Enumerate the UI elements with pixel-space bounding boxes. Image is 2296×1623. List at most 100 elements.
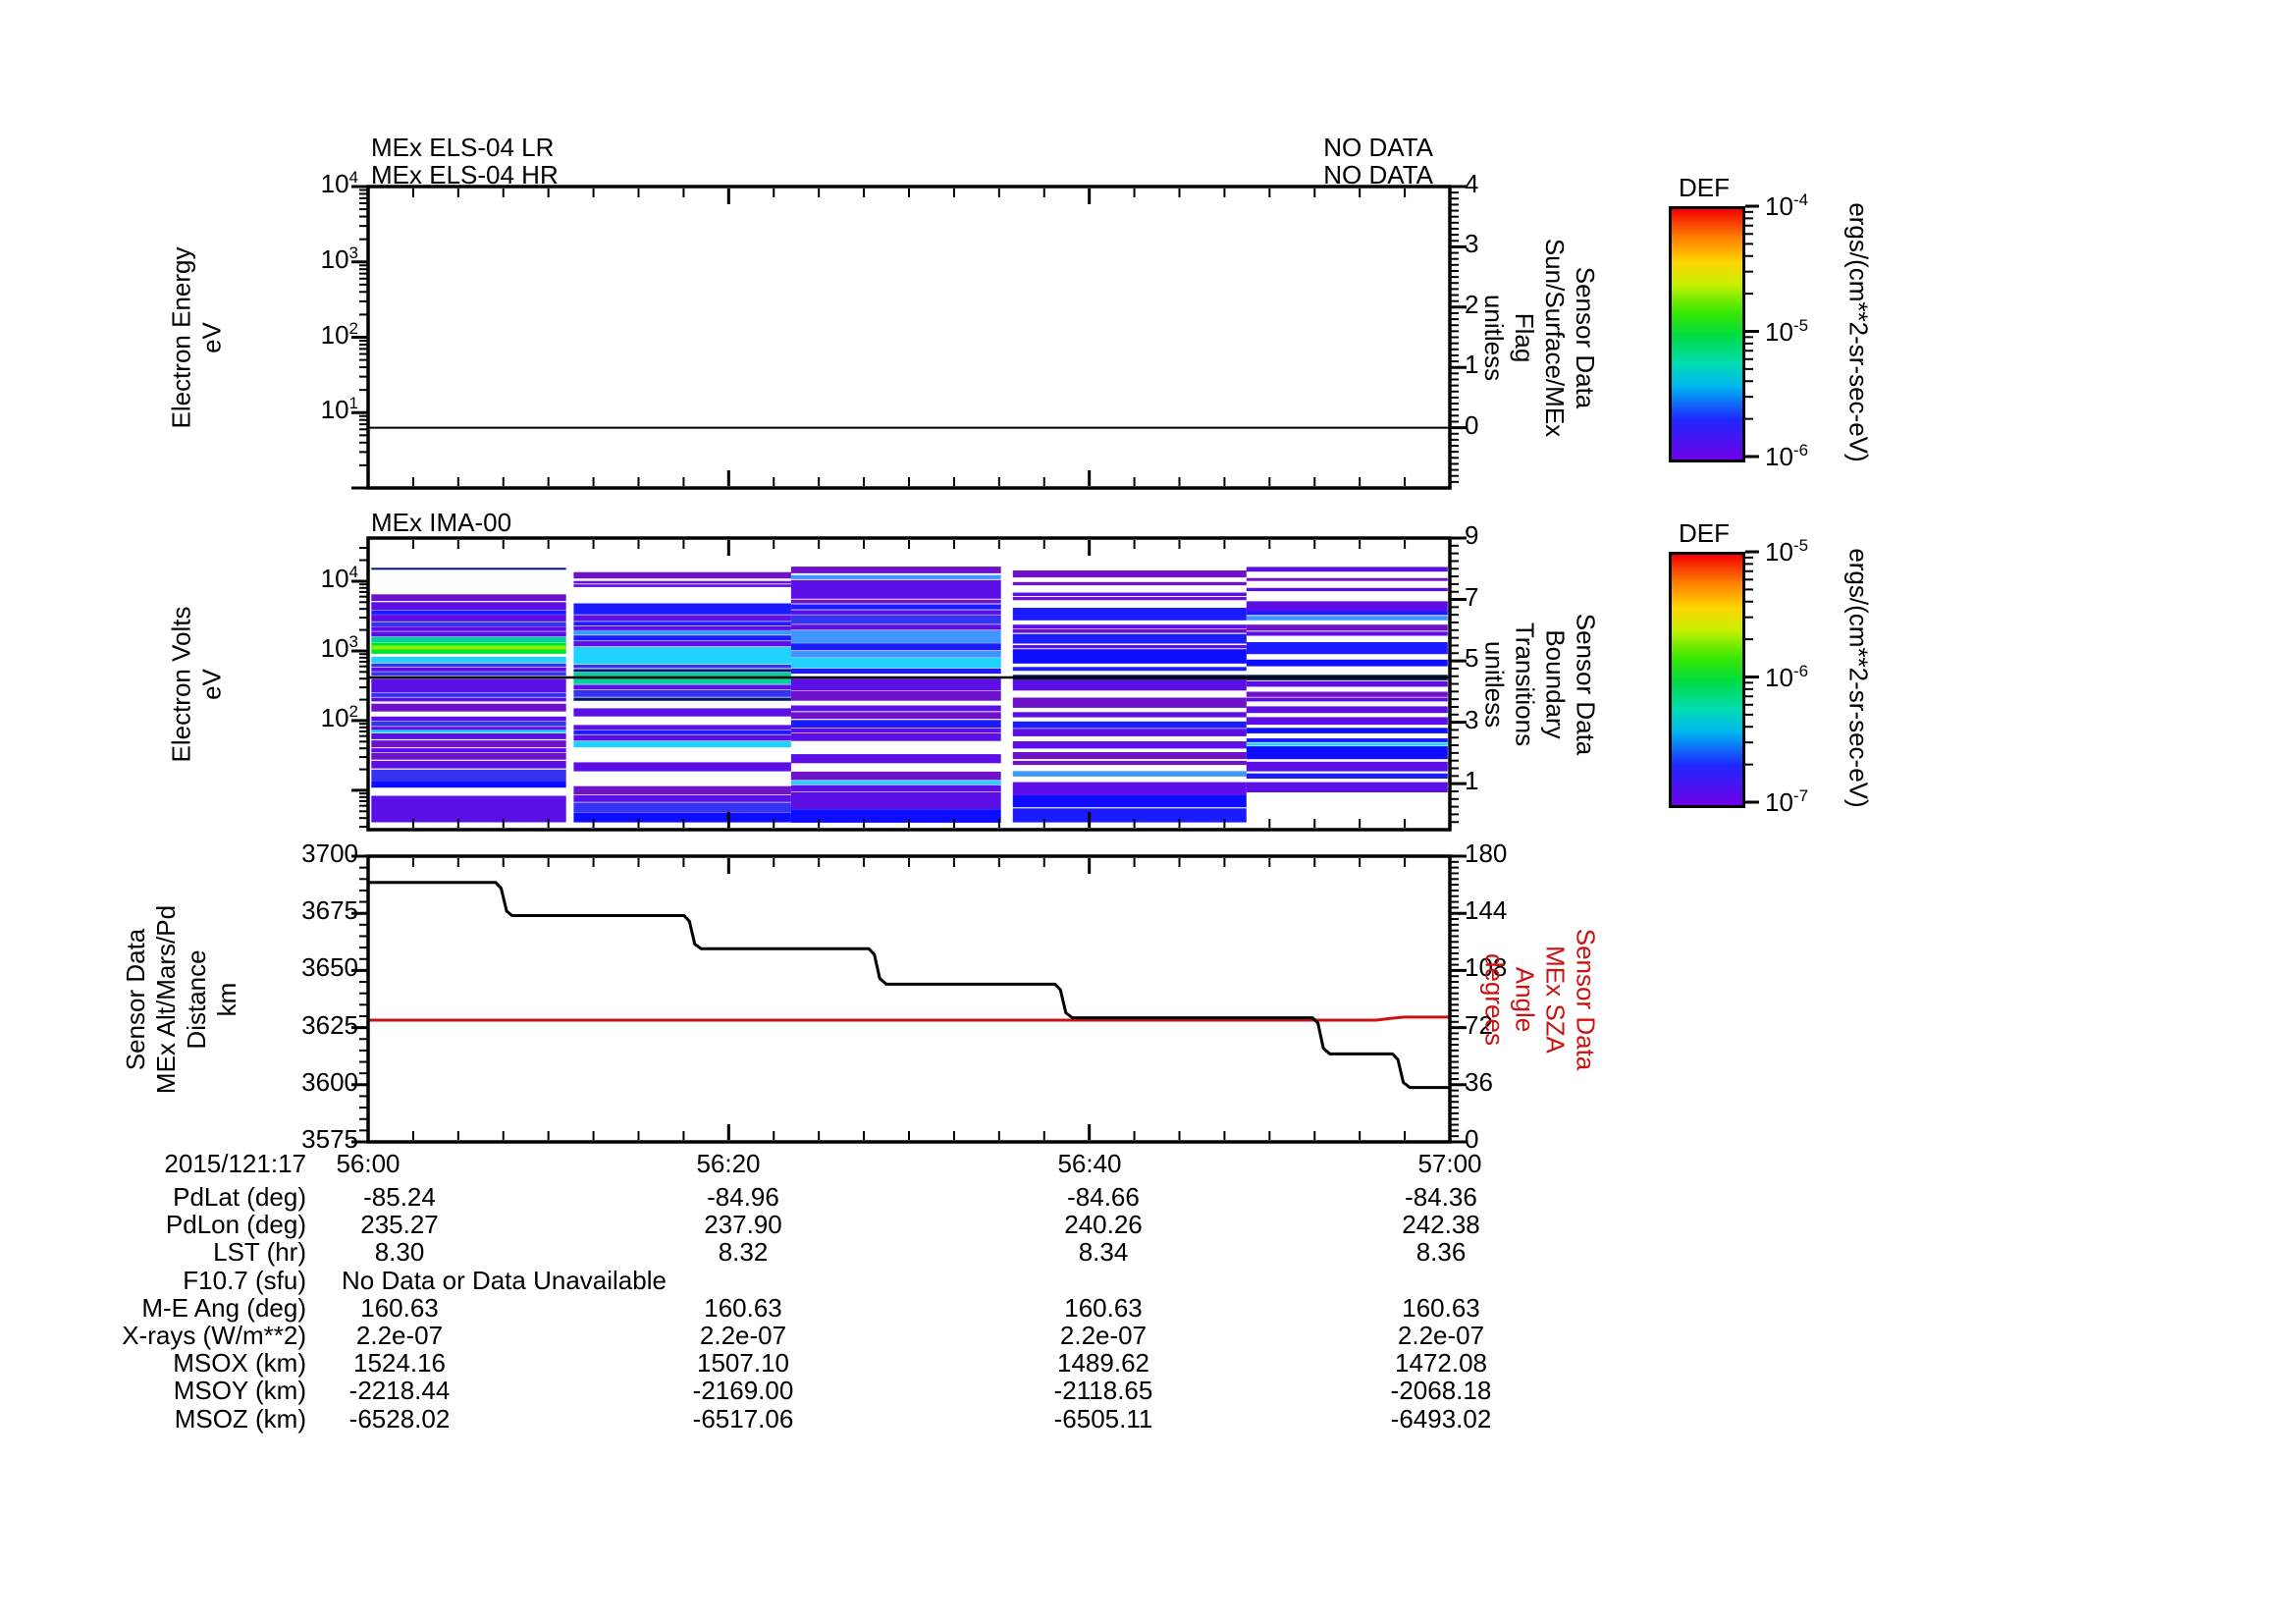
table-cell: 160.63: [360, 1293, 439, 1323]
eph-right-axis-title-line: Sensor Data: [1571, 928, 1600, 1071]
spectrogram-stripe-col1: [371, 716, 566, 722]
els-yleft-tick-label: 103: [81, 243, 358, 273]
table-row-label: PdLon (deg): [165, 1210, 306, 1239]
table-cell: -2169.00: [692, 1376, 794, 1405]
altitude-line: [368, 881, 1450, 1090]
table-cell: 237.90: [704, 1210, 782, 1239]
spectrogram-stripe-col3: [790, 728, 1001, 733]
spectrogram-stripe-col2: [573, 584, 791, 587]
spectrogram-stripe-col3: [790, 690, 1001, 701]
spectrogram-stripe-col2: [573, 734, 791, 741]
spectrogram-stripe-col5: [1246, 738, 1448, 742]
spectrogram-stripe-col2: [573, 622, 791, 626]
spectrogram-stripe-col1: [371, 748, 566, 753]
spectrogram-stripe-col5: [1246, 567, 1448, 572]
spectrogram-stripe-col1: [371, 663, 566, 668]
table-row-label: F10.7 (sfu): [183, 1266, 306, 1295]
table-cell: 160.63: [704, 1293, 782, 1323]
colorbar-tick-label: 10-4: [1765, 190, 1873, 220]
spectrogram-stripe-col2: [573, 664, 791, 669]
ima-yright-tick-label: 9: [1465, 520, 1479, 550]
spectrogram-stripe-col2: [573, 708, 791, 717]
spectrogram-stripe-col1: [371, 667, 566, 672]
spectrogram-stripe-col2: [573, 677, 791, 684]
spectrogram-stripe-col2: [573, 812, 791, 823]
spectrogram-stripe-col5: [1246, 746, 1448, 760]
spectrogram-stripe-col5: [1246, 761, 1448, 772]
spectrogram-stripe-col4: [1012, 628, 1247, 633]
ima-right-axis-title-line: Boundary: [1540, 629, 1570, 739]
els-right-axis-title-line: Sensor Data: [1571, 266, 1600, 409]
colorbar-tick-label-exp: -7: [1792, 786, 1809, 805]
spectrogram-stripe-col3: [790, 574, 1001, 579]
spectrogram-stripe-col1: [371, 568, 566, 570]
spectrogram-stripe-col3: [790, 705, 1001, 712]
eph-yleft-tick-label: 3600: [301, 1067, 358, 1097]
spectrogram-stripe-col4: [1012, 667, 1247, 672]
els-yleft-tick-label-exp: 3: [348, 243, 358, 262]
spectrogram-stripe-col5: [1246, 616, 1448, 621]
table-cell: -84.96: [707, 1182, 779, 1212]
spectrogram-stripe-col3: [790, 643, 1001, 651]
spectrogram-stripe-col1: [371, 703, 566, 712]
table-cell: 8.36: [1415, 1237, 1467, 1267]
time-axis-tick-label: 56:20: [696, 1149, 761, 1178]
spectrogram-stripe-col5: [1246, 697, 1448, 702]
time-axis-tick-label: 56:00: [336, 1149, 400, 1178]
spectrogram-stripe-col1: [371, 721, 566, 727]
spectrogram-stripe-col5: [1246, 601, 1448, 612]
eph-yright-tick-label: 180: [1465, 839, 1508, 868]
spectrogram-stripe-col3: [790, 678, 1001, 691]
time-axis-tick-label: 56:40: [1057, 1149, 1122, 1178]
spectrogram-stripe-col5: [1246, 680, 1448, 687]
els-yright-tick-label: 1: [1465, 350, 1479, 379]
spectrogram-stripe-col2: [573, 571, 791, 579]
spectrogram-stripe-col5: [1246, 642, 1448, 655]
colorbar-title: DEF: [1679, 518, 1730, 548]
table-cell: 160.63: [1064, 1293, 1143, 1323]
spectrogram-stripe-col4: [1012, 712, 1247, 718]
spectrogram-stripe-col1: [371, 740, 566, 748]
ima-right-axis-title-line: Sensor Data: [1571, 613, 1600, 756]
colorbar-tick-label-exp: -6: [1792, 662, 1809, 680]
ima-yleft-tick-label-base: 10: [320, 633, 349, 663]
spectrogram-stripe-col4: [1012, 771, 1247, 777]
colorbar-title: DEF: [1679, 173, 1730, 202]
spectrogram-stripe-col1: [371, 622, 566, 626]
colorbar-tick-label-exp: -4: [1792, 190, 1809, 209]
spectrogram-stripe-col1: [371, 626, 566, 631]
spectrogram-stripe-col3: [790, 599, 1001, 604]
spectrogram-stripe-col3: [790, 630, 1001, 643]
spectrogram-stripe-col2: [573, 580, 791, 584]
eph-yright-tick-label: 72: [1465, 1010, 1493, 1040]
spectrogram-stripe-col3: [790, 658, 1001, 669]
eph-yright-tick-label: 0: [1465, 1124, 1479, 1154]
colorbar-tick-label-base: 10: [1765, 663, 1793, 692]
eph-left-axis-title-line: km: [212, 982, 241, 1017]
spectrogram-stripe-col2: [573, 615, 791, 622]
table-row-label: M-E Ang (deg): [141, 1293, 306, 1323]
table-cell: 242.38: [1402, 1210, 1480, 1239]
spectrogram-stripe-col3: [790, 784, 1001, 792]
ima-yleft-tick-label: 103: [81, 633, 358, 663]
table-cell: 8.30: [374, 1237, 425, 1267]
spectrogram-stripe-col1: [371, 727, 566, 730]
table-cell: -85.24: [363, 1182, 436, 1212]
spectrogram-stripe-col3: [790, 712, 1001, 720]
spectrogram-stripe-col5: [1246, 624, 1448, 631]
plot-canvas: MEx ELS-04 LR MEx ELS-04 HR NO DATA NO D…: [0, 0, 2296, 1623]
table-cell: -6505.11: [1053, 1404, 1153, 1434]
table-cell: -84.66: [1067, 1182, 1140, 1212]
els-yright-tick-label: 0: [1465, 410, 1479, 440]
ima-yleft-tick-label: 102: [81, 703, 358, 731]
spectrogram-stripe-col4: [1012, 752, 1247, 760]
spectrogram-stripe-col3: [790, 733, 1001, 741]
eph-yleft-tick-label: 3675: [301, 895, 358, 925]
table-cell: 160.63: [1402, 1293, 1480, 1323]
spectrogram-stripe-col5: [1246, 691, 1448, 697]
spectrogram-stripe-col1: [371, 678, 566, 693]
table-row-label: X-rays (W/m**2): [122, 1321, 306, 1350]
table-cell: -6493.02: [1390, 1404, 1492, 1434]
spectrogram-stripe-col3: [790, 579, 1001, 599]
table-cell: 1507.10: [697, 1348, 789, 1378]
